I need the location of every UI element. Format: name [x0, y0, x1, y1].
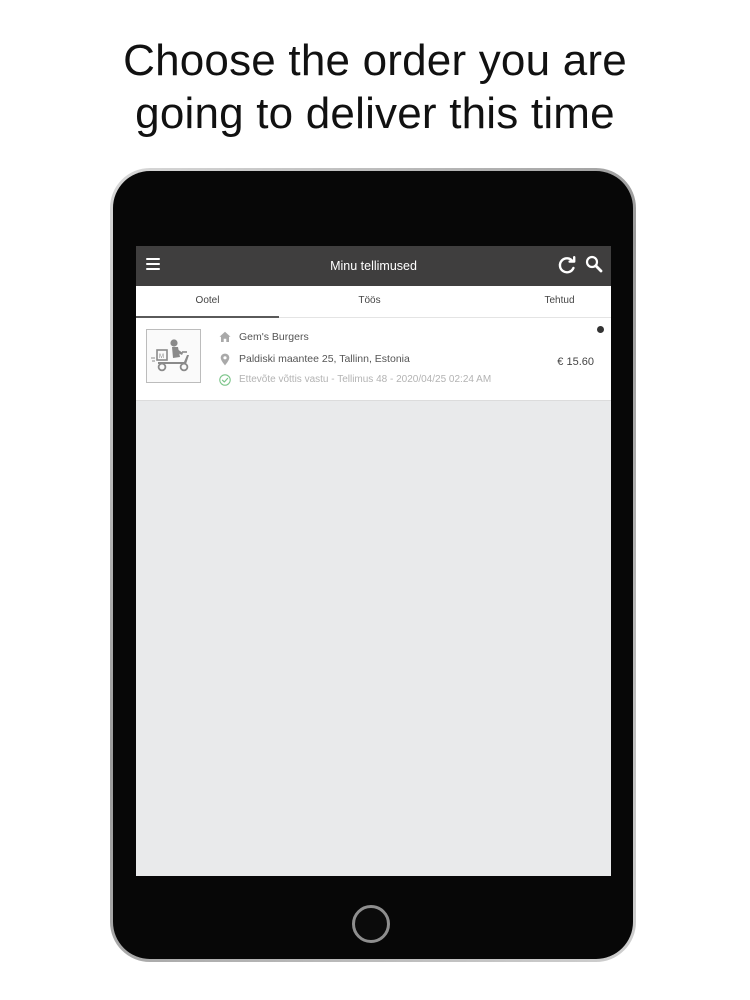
- tab-label: Tehtud: [544, 295, 575, 306]
- tab-label: Töös: [358, 295, 381, 306]
- svg-text:M: M: [159, 354, 164, 360]
- refresh-icon[interactable]: [557, 255, 577, 275]
- tab-toos[interactable]: Töös: [298, 286, 441, 317]
- tab-tehtud[interactable]: Tehtud: [488, 286, 611, 317]
- order-status-text: Ettevõte võttis vastu - Tellimus 48 - 20…: [239, 374, 492, 385]
- home-icon: [219, 331, 231, 342]
- app-screen: Minu tellimused Ootel Töös Tehtud M Gem'…: [136, 246, 611, 876]
- delivery-scooter-icon: M: [146, 329, 201, 383]
- check-circle-icon: [219, 374, 231, 386]
- restaurant-name: Gem's Burgers: [239, 331, 309, 343]
- headline-line-2: going to deliver this time: [135, 89, 615, 138]
- tab-label: Ootel: [195, 295, 220, 306]
- headline: Choose the order you are going to delive…: [0, 34, 750, 140]
- app-bar: Minu tellimused: [136, 246, 611, 286]
- order-list-item[interactable]: M Gem's Burgers Paldiski maantee 25, Tal…: [136, 318, 611, 401]
- order-price: € 15.60: [557, 356, 594, 368]
- search-icon[interactable]: [585, 255, 603, 273]
- tab-ootel[interactable]: Ootel: [136, 286, 279, 318]
- headline-line-1: Choose the order you are: [123, 36, 627, 85]
- location-pin-icon: [220, 353, 230, 366]
- tab-bar: Ootel Töös Tehtud: [136, 286, 611, 318]
- page-title: Minu tellimused: [330, 259, 417, 273]
- home-button[interactable]: [352, 905, 390, 943]
- unread-indicator: [597, 326, 604, 333]
- delivery-address: Paldiski maantee 25, Tallinn, Estonia: [239, 353, 410, 365]
